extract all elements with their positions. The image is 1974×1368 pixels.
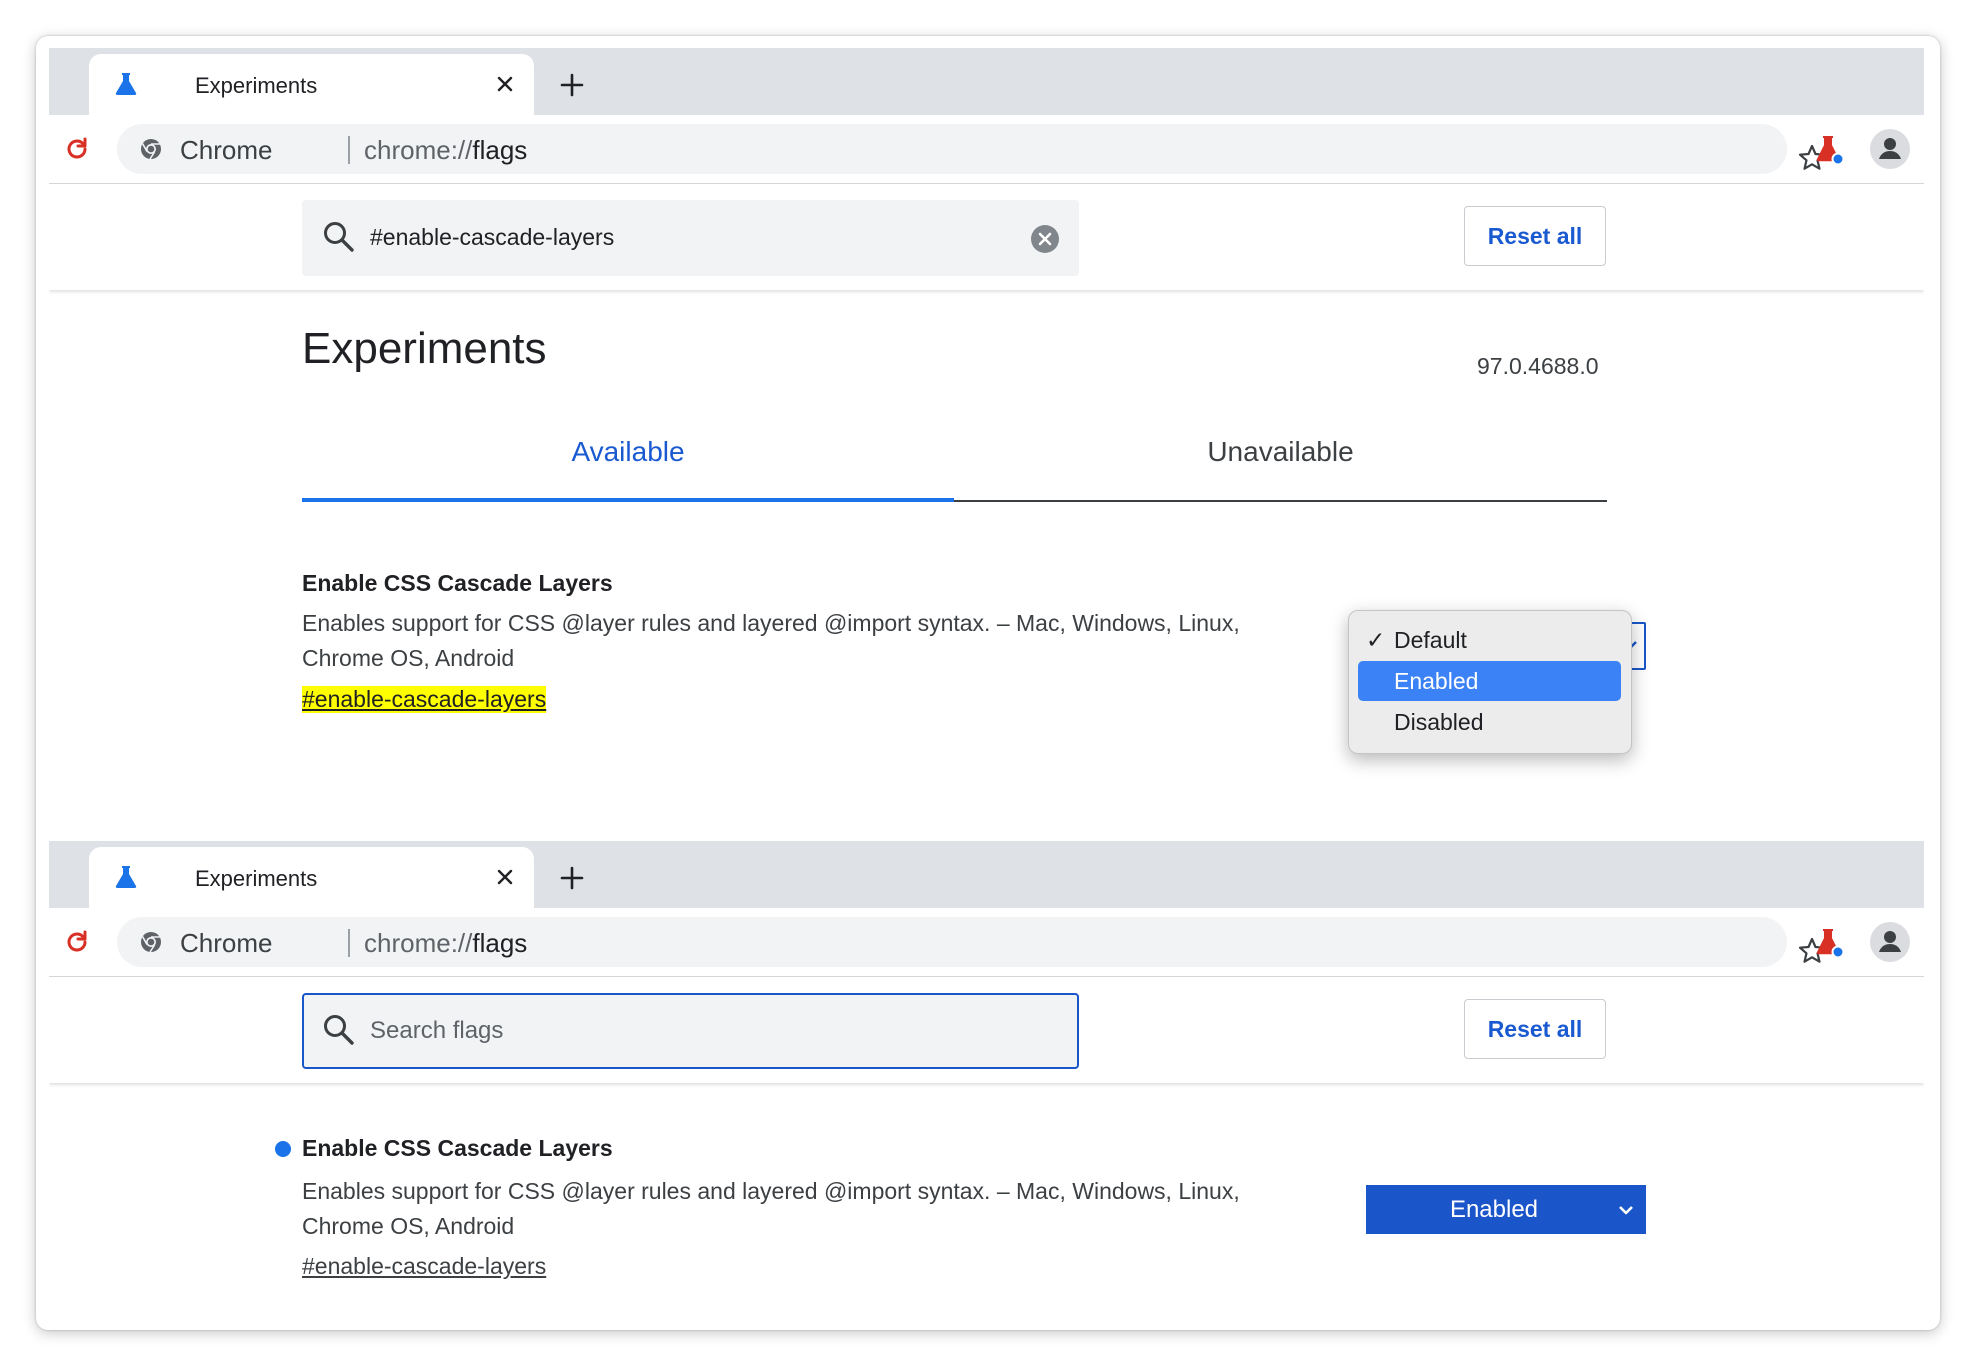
experiment-description-line: Chrome OS, Android	[302, 1213, 515, 1239]
flags-header: #enable-cascade-layers Reset all	[49, 184, 1924, 290]
omnibox-separator	[348, 136, 350, 164]
url-text: chrome://flags	[364, 135, 527, 166]
select-dropdown-menu: ✓ Default Enabled Disabled	[1348, 610, 1632, 754]
reset-all-button[interactable]: Reset all	[1464, 999, 1606, 1059]
tab-strip: Experiments	[49, 841, 1924, 908]
omnibox-separator	[348, 929, 350, 957]
modified-indicator	[275, 1141, 291, 1157]
select-value: Enabled	[1449, 1196, 1539, 1223]
tab-available[interactable]: Available	[302, 436, 954, 468]
option-disabled[interactable]: Disabled	[1358, 702, 1621, 742]
tab-unavailable[interactable]: Unavailable	[954, 436, 1607, 468]
search-input[interactable]: Search flags	[302, 993, 1079, 1069]
option-label: Enabled	[1394, 668, 1479, 694]
tab-title: Experiments	[195, 73, 318, 98]
url-scheme: chrome://	[364, 135, 473, 165]
chrome-logo-icon[interactable]	[139, 930, 163, 954]
experiment-select[interactable]: Enabled	[1366, 1185, 1646, 1234]
experiment-description-line: Enables support for CSS @layer rules and…	[302, 1178, 1240, 1204]
chrome-logo-icon[interactable]	[139, 137, 163, 161]
avatar-icon[interactable]	[1870, 129, 1910, 169]
search-icon	[324, 1015, 354, 1045]
url-text: chrome://flags	[364, 928, 527, 959]
site-chip: Chrome	[180, 135, 273, 165]
experiment-title: Enable CSS Cascade Layers	[302, 1135, 613, 1161]
option-label: Default	[1394, 627, 1467, 653]
search-icon	[324, 222, 354, 252]
option-enabled[interactable]: Enabled	[1358, 661, 1621, 701]
plus-icon[interactable]	[559, 72, 585, 98]
flask-extension-icon[interactable]	[1813, 134, 1845, 166]
address-bar[interactable]: Chrome chrome://flags	[117, 917, 1826, 967]
experiment-title: Enable CSS Cascade Layers	[302, 570, 613, 596]
clear-icon[interactable]	[1030, 224, 1060, 254]
close-icon[interactable]	[493, 72, 517, 96]
tab-experiments[interactable]: Experiments	[89, 847, 534, 908]
experiment-description-line: Chrome OS, Android	[302, 645, 515, 671]
url-host: flags	[472, 928, 528, 958]
experiment-permalink[interactable]: #enable-cascade-layers	[302, 1253, 546, 1280]
checkmark-icon: ✓	[1366, 627, 1386, 653]
option-label: Disabled	[1394, 709, 1484, 735]
close-icon[interactable]	[493, 865, 517, 889]
experiment-description: Enables support for CSS @layer rules and…	[302, 606, 1302, 676]
search-input[interactable]: #enable-cascade-layers	[302, 200, 1079, 276]
flask-icon	[115, 866, 137, 888]
browser-window-2: Experiments Chrome chrome://flags Search…	[49, 841, 1924, 1317]
experiment-description-line: Enables support for CSS @layer rules and…	[302, 610, 1240, 636]
active-tab-indicator	[302, 498, 954, 502]
page-title: Experiments	[302, 324, 547, 373]
tab-experiments[interactable]: Experiments	[89, 54, 534, 115]
url-scheme: chrome://	[364, 928, 473, 958]
plus-icon[interactable]	[559, 865, 585, 891]
search-placeholder: Search flags	[370, 1017, 504, 1044]
reload-icon[interactable]	[63, 135, 91, 163]
version-label: 97.0.4688.0	[1477, 353, 1599, 379]
experiment-description: Enables support for CSS @layer rules and…	[302, 1174, 1302, 1244]
flask-extension-icon[interactable]	[1813, 927, 1845, 959]
tab-title: Experiments	[195, 866, 318, 891]
experiment-permalink[interactable]: #enable-cascade-layers	[302, 686, 547, 713]
flags-header: Search flags Reset all	[49, 977, 1924, 1083]
search-value: #enable-cascade-layers	[370, 224, 615, 250]
option-default[interactable]: ✓ Default	[1358, 620, 1621, 660]
toolbar: Chrome chrome://flags	[49, 115, 1924, 184]
url-host: flags	[472, 135, 528, 165]
avatar-icon[interactable]	[1870, 922, 1910, 962]
flask-icon	[115, 73, 137, 95]
reset-all-button[interactable]: Reset all	[1464, 206, 1606, 266]
chevron-down-icon	[1619, 1206, 1633, 1215]
address-bar[interactable]: Chrome chrome://flags	[117, 124, 1826, 174]
browser-window-1: Experiments Chrome chrome://flags #enabl…	[49, 48, 1924, 818]
toolbar: Chrome chrome://flags	[49, 908, 1924, 977]
site-chip: Chrome	[180, 928, 273, 958]
tab-strip: Experiments	[49, 48, 1924, 115]
reload-icon[interactable]	[63, 928, 91, 956]
